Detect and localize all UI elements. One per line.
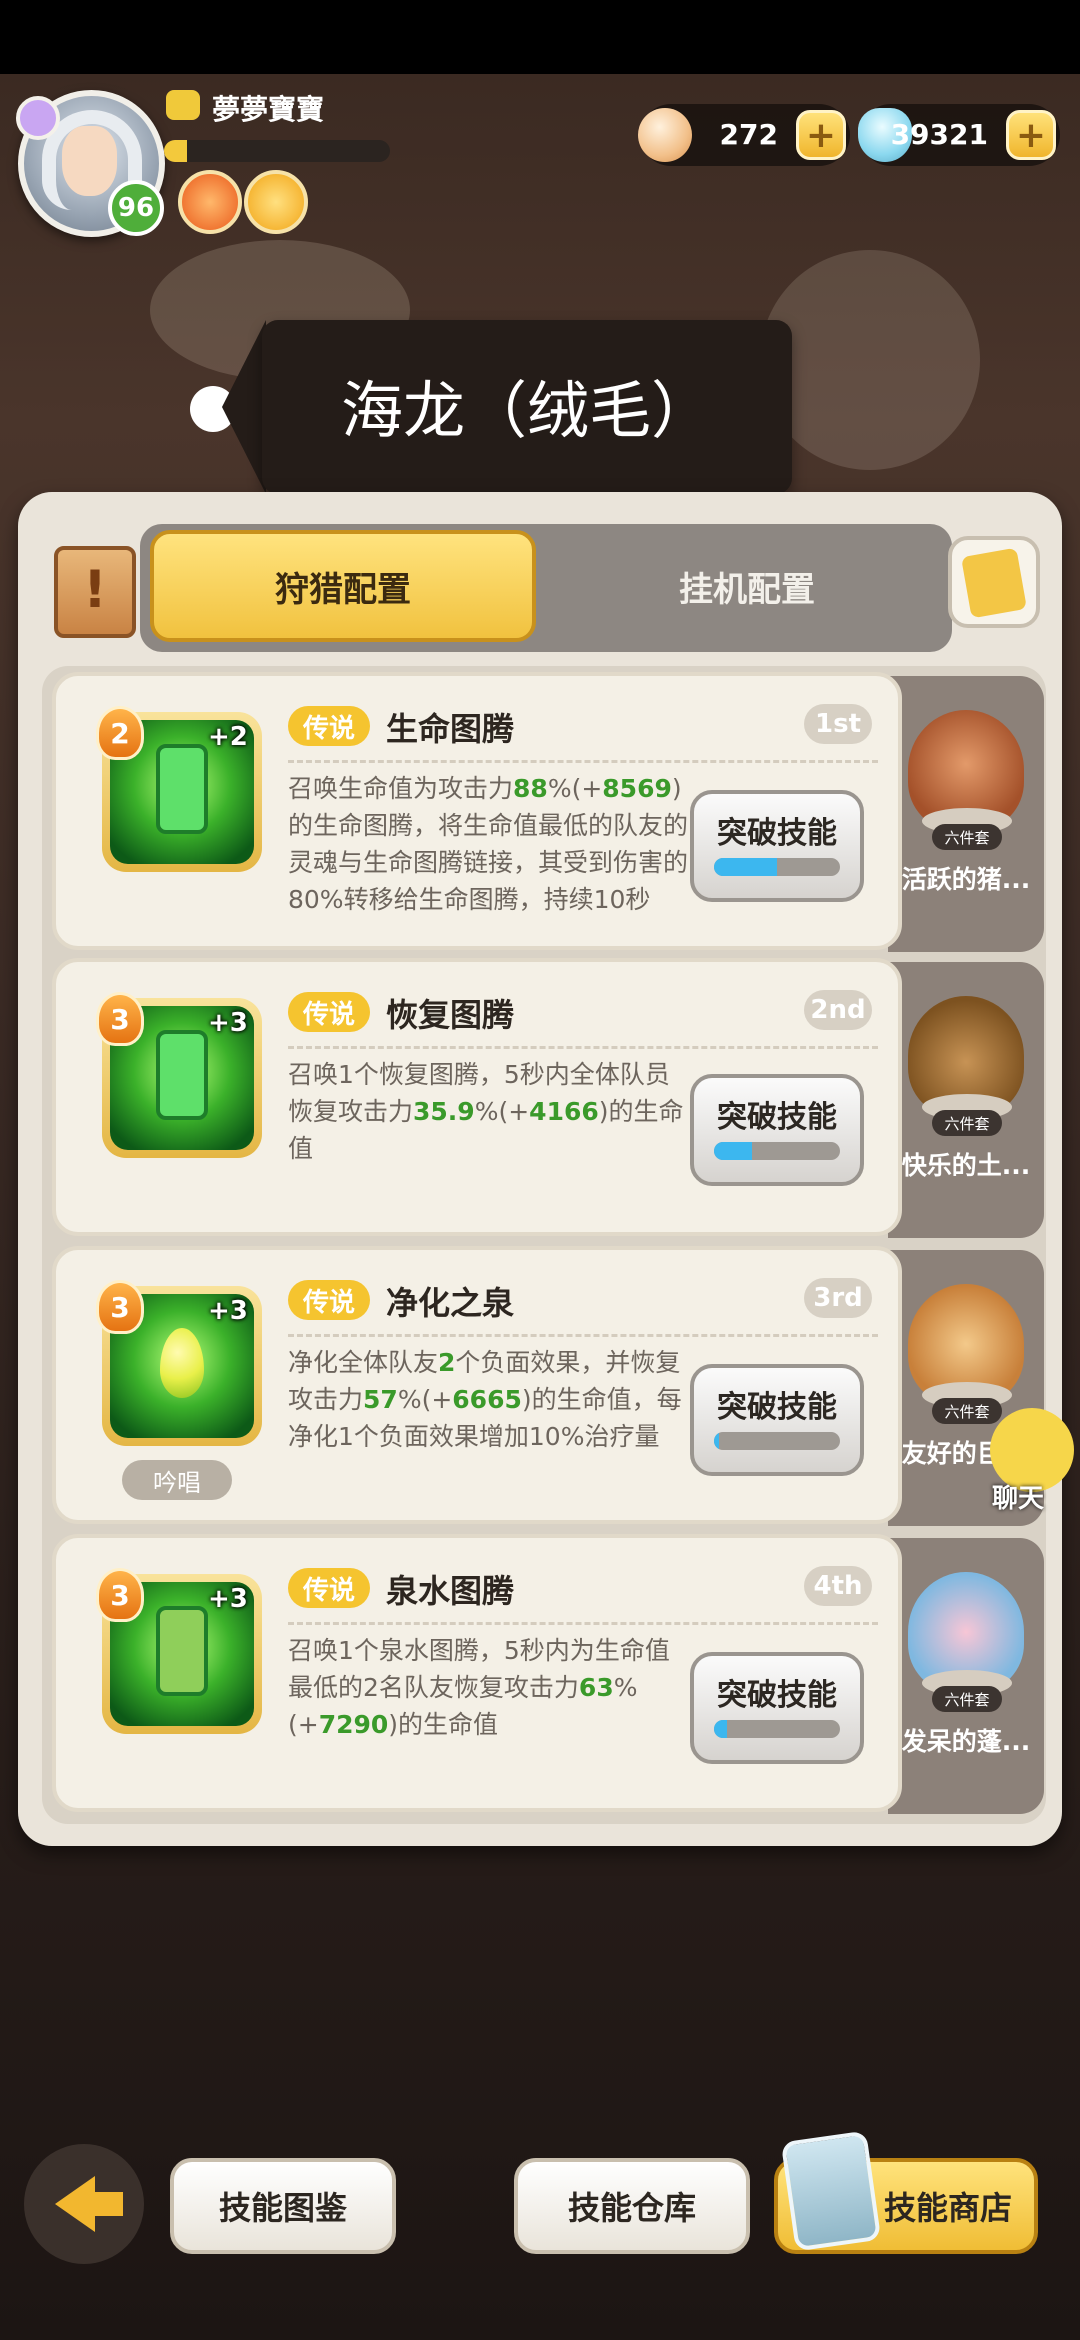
back-button[interactable] [24,2144,144,2264]
skill-name: 生命图腾 [386,710,515,748]
skill-order-tag: 1st [804,704,872,744]
rarity-badge: 传说 [288,992,370,1032]
rarity-badge: 传说 [288,1568,370,1608]
skill-name: 恢复图腾 [386,996,515,1034]
skill-level-badge: 3 [96,992,144,1046]
breakthrough-progress [714,1142,840,1160]
tab-hunt-config[interactable]: 狩猎配置 [150,530,536,642]
breakthrough-skill-button[interactable]: 突破技能 [690,1074,864,1186]
avatar-gem-icon [16,96,60,140]
pet-slot-1[interactable]: 六件套 活跃的猪... [888,676,1044,952]
breakthrough-skill-button[interactable]: 突破技能 [690,1652,864,1764]
divider [288,1334,878,1337]
breakthrough-label: 突破技能 [717,816,837,851]
back-arrow-icon [55,2176,123,2232]
skill-order-tag: 4th [804,1566,872,1606]
exp-bar-fill [164,140,187,162]
diamond-count: 39321 [890,118,988,151]
pet-name: 快乐的土... [901,1151,1031,1180]
buff-flower-icon[interactable] [178,170,242,234]
skill-card-1[interactable]: 2 +2 传说 生命图腾 1st 召唤生命值为攻击力88%(+8569)的生命图… [52,672,902,950]
skill-level-badge: 3 [96,1280,144,1334]
skill-shop-button[interactable]: 技能商店 [774,2130,1038,2254]
totem-shape [156,1606,208,1696]
skill-card-4[interactable]: 3 +3 传说 泉水图腾 4th 召唤1个泉水图腾，5秒内为生命值最低的2名队友… [52,1534,902,1812]
skill-description: 召唤生命值为攻击力88%(+8569)的生命图腾，将生命值最低的队友的灵魂与生命… [288,774,689,914]
add-diamonds-button[interactable]: + [1006,110,1056,160]
set-tag: 六件套 [932,824,1002,850]
shell-icon [638,108,692,162]
background-skull [760,250,980,470]
rarity-badge: 传说 [288,1280,370,1320]
currency-diamonds: 39321 + [858,104,1060,166]
skill-plus-level: +3 [208,1584,248,1614]
currency-shells: 272 + [638,104,850,166]
skill-level-badge: 2 [96,706,144,760]
pet-slot-4[interactable]: 六件套 发呆的蓬... [888,1538,1044,1814]
skill-description: 召唤1个泉水图腾，5秒内为生命值最低的2名队友恢复攻击力63%(+7290)的生… [288,1636,670,1739]
skill-plus-level: +3 [208,1008,248,1038]
skill-shop-label: 技能商店 [883,2189,1012,2227]
avatar-face [62,126,117,196]
skill-config-panel: 狩猎配置 挂机配置 六件套 活跃的猪... 2 +2 传说 生命图腾 1st 召… [18,492,1062,1846]
skill-description: 召唤1个恢复图腾，5秒内全体队员恢复攻击力35.9%(+4166)的生命值 [288,1060,684,1163]
skill-card-2[interactable]: 3 +3 传说 恢复图腾 2nd 召唤1个恢复图腾，5秒内全体队员恢复攻击力35… [52,958,902,1236]
breakthrough-progress [714,1720,840,1738]
shell-count: 272 [719,118,778,151]
divider [288,760,878,763]
totem-shape [156,744,208,834]
page-title: 海龙（绒毛） [340,374,713,447]
chat-label[interactable]: 聊天 [992,1478,1044,1515]
skill-plus-level: +3 [208,1296,248,1326]
breakthrough-label: 突破技能 [717,1100,837,1135]
exp-bar [164,140,390,162]
guide-button[interactable] [948,536,1040,628]
set-tag: 六件套 [932,1110,1002,1136]
breakthrough-label: 突破技能 [717,1390,837,1425]
skill-storage-button[interactable]: 技能仓库 [514,2158,750,2254]
scroll-notice-icon[interactable] [54,546,136,638]
add-shells-button[interactable]: + [796,110,846,160]
skill-order-tag: 3rd [804,1278,872,1318]
rarity-badge: 传说 [288,706,370,746]
player-level-badge: 96 [108,180,164,236]
set-tag: 六件套 [932,1398,1002,1424]
player-title-icon [166,90,200,120]
set-tag: 六件套 [932,1686,1002,1712]
breakthrough-progress [714,858,840,876]
buff-swirl-icon[interactable] [244,170,308,234]
breakthrough-progress-fill [714,1432,720,1450]
skill-name: 泉水图腾 [386,1572,515,1610]
skill-level-badge: 3 [96,1568,144,1622]
skill-name: 净化之泉 [386,1284,515,1322]
skill-codex-button[interactable]: 技能图鉴 [170,2158,396,2254]
tab-idle-config[interactable]: 挂机配置 [550,530,944,642]
breakthrough-skill-button[interactable]: 突破技能 [690,1364,864,1476]
skill-order-tag: 2nd [804,990,872,1030]
breakthrough-label: 突破技能 [717,1678,837,1713]
skill-description: 净化全体队友2个负面效果，并恢复攻击力57%(+6665)的生命值，每净化1个负… [288,1348,682,1451]
pet-name: 发呆的蓬... [901,1727,1031,1756]
guide-icon [961,547,1027,619]
breakthrough-progress-fill [714,1142,752,1160]
totem-shape [156,1030,208,1120]
pet-name: 活跃的猪... [901,865,1031,894]
config-tabs: 狩猎配置 挂机配置 [140,524,952,652]
chant-tag: 吟唱 [122,1460,232,1500]
divider [288,1046,878,1049]
divider [288,1622,878,1625]
shop-scroll-icon [780,2130,882,2252]
breakthrough-skill-button[interactable]: 突破技能 [690,790,864,902]
breakthrough-progress-fill [714,858,777,876]
skill-plus-level: +2 [208,722,248,752]
drop-shape [160,1328,204,1398]
skill-card-3[interactable]: 3 +3 吟唱 传说 净化之泉 3rd 净化全体队友2个负面效果，并恢复攻击力5… [52,1246,902,1524]
title-arrow [222,320,266,494]
player-name: 夢夢寶寶 [212,93,325,126]
breakthrough-progress [714,1432,840,1450]
pet-slot-2[interactable]: 六件套 快乐的土... [888,962,1044,1238]
breakthrough-progress-fill [714,1720,727,1738]
